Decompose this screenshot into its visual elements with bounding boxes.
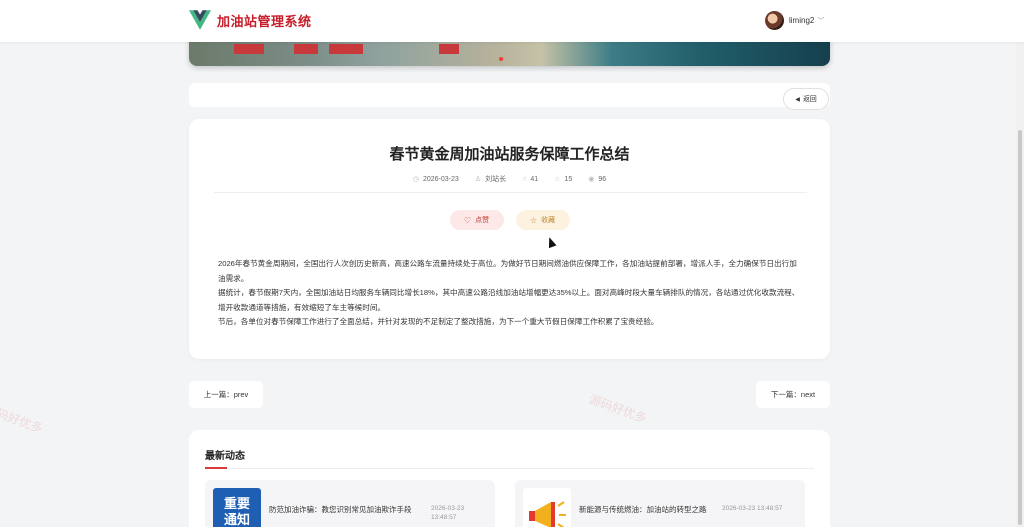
app-title: 加油站管理系统 bbox=[217, 13, 312, 29]
thumb-text: 通知 bbox=[223, 512, 250, 527]
watermark: 源码好优多 bbox=[587, 392, 649, 426]
news-item-clock: 13:48:57 bbox=[431, 514, 457, 521]
user-menu[interactable]: liming2 ﹀ bbox=[765, 11, 824, 30]
thumb-up-icon: ☝ bbox=[522, 176, 527, 183]
star-icon: ☆ bbox=[529, 215, 538, 225]
meta-views-text: 96 bbox=[598, 175, 607, 183]
article-paragraph: 2026年春节黄金周期间，全国出行人次创历史新高，高速公路车流量持续处于高位。为… bbox=[218, 259, 797, 283]
heart-icon: ♡ bbox=[463, 215, 472, 225]
back-arrow-icon: ◀ bbox=[795, 96, 800, 103]
carousel-indicator[interactable] bbox=[499, 57, 503, 61]
prev-article-link[interactable]: 上一篇：prev bbox=[189, 381, 263, 408]
eye-icon: ◉ bbox=[588, 176, 595, 183]
toolbar-strip bbox=[189, 83, 830, 107]
watermark: 源码好优多 bbox=[0, 402, 45, 436]
user-icon: ♙ bbox=[474, 176, 482, 183]
article-paragraph: 节后，各单位对春节保障工作进行了全面总结，并针对发现的不足制定了整改措施，为下一… bbox=[218, 317, 659, 326]
news-item-time: 2026-03-23 13:48:57 bbox=[431, 504, 481, 522]
vue-logo-icon bbox=[189, 10, 211, 30]
banner-roof bbox=[329, 44, 363, 54]
chevron-down-icon: ﹀ bbox=[817, 17, 825, 25]
article-paragraph: 据统计，春节假期7天内，全国加油站日均服务车辆同比增长18%，其中高速公路沿线加… bbox=[218, 288, 800, 312]
news-item-date: 2026-03-23 bbox=[431, 505, 465, 512]
favorite-label: 收藏 bbox=[541, 217, 556, 224]
article-meta: ◷ 2026-03-23 ♙ 刘站长 ☝ 41 ☆ 15 ◉ 96 bbox=[189, 174, 830, 184]
news-divider bbox=[205, 468, 814, 469]
news-title-underline bbox=[205, 467, 227, 469]
meta-likes: ☝ 41 bbox=[522, 174, 538, 184]
meta-author: ♙ 刘站长 bbox=[475, 174, 506, 184]
username: liming2 bbox=[789, 16, 815, 25]
megaphone-icon bbox=[529, 501, 566, 527]
news-item[interactable]: 重要 通知 防范加油诈骗：教您识别常见加油欺诈手段 2026-03-23 13:… bbox=[205, 480, 495, 527]
meta-divider bbox=[214, 192, 807, 193]
latest-news-section: 最新动态 重要 通知 防范加油诈骗：教您识别常见加油欺诈手段 2026-03-2… bbox=[189, 430, 830, 527]
meta-views: ◉ 96 bbox=[588, 174, 606, 184]
news-section-title: 最新动态 bbox=[205, 451, 245, 462]
clock-icon: ◷ bbox=[412, 176, 419, 183]
banner-roof bbox=[439, 44, 459, 54]
banner-roof bbox=[234, 44, 264, 54]
news-thumbnail bbox=[523, 488, 571, 527]
star-icon: ☆ bbox=[554, 176, 561, 183]
like-button[interactable]: ♡ 点赞 bbox=[449, 210, 504, 230]
article-card: 春节黄金周加油站服务保障工作总结 ◷ 2026-03-23 ♙ 刘站长 ☝ 41… bbox=[189, 119, 830, 359]
favorite-button[interactable]: ☆ 收藏 bbox=[515, 210, 570, 230]
scrollbar-thumb[interactable] bbox=[1018, 130, 1022, 525]
back-button[interactable]: ◀ 返回 bbox=[783, 88, 829, 110]
article-title: 春节黄金周加油站服务保障工作总结 bbox=[389, 146, 630, 163]
news-item[interactable]: 新能源与传统燃油：加油站的转型之路 2026-03-23 13:48:57 bbox=[515, 480, 805, 527]
banner-roof bbox=[294, 44, 318, 54]
meta-date: ◷ 2026-03-23 bbox=[413, 174, 459, 184]
meta-date-text: 2026-03-23 bbox=[422, 175, 459, 183]
next-article-link[interactable]: 下一篇：next bbox=[756, 381, 830, 408]
meta-author-text: 刘站长 bbox=[485, 176, 507, 183]
article-content: 2026年春节黄金周期间，全国出行人次创历史新高，高速公路车流量持续处于高位。为… bbox=[218, 257, 803, 330]
meta-favorites: ☆ 15 bbox=[554, 174, 572, 184]
like-label: 点赞 bbox=[475, 217, 490, 224]
top-navbar: 加油站管理系统 liming2 ﹀ bbox=[0, 0, 1024, 42]
brand[interactable]: 加油站管理系统 bbox=[189, 10, 312, 30]
meta-likes-text: 41 bbox=[530, 175, 539, 183]
news-item-title[interactable]: 新能源与传统燃油：加油站的转型之路 bbox=[579, 504, 707, 515]
thumb-text: 重要 bbox=[223, 496, 250, 511]
meta-favorites-text: 15 bbox=[564, 175, 573, 183]
back-label: 返回 bbox=[802, 96, 817, 103]
article-actions: ♡ 点赞 ☆ 收藏 bbox=[189, 210, 830, 230]
banner-image bbox=[189, 38, 830, 66]
news-thumbnail: 重要 通知 bbox=[213, 488, 261, 527]
news-item-time: 2026-03-23 13:48:57 bbox=[722, 505, 783, 512]
avatar[interactable] bbox=[765, 11, 784, 30]
news-item-title[interactable]: 防范加油诈骗：教您识别常见加油欺诈手段 bbox=[269, 504, 425, 515]
